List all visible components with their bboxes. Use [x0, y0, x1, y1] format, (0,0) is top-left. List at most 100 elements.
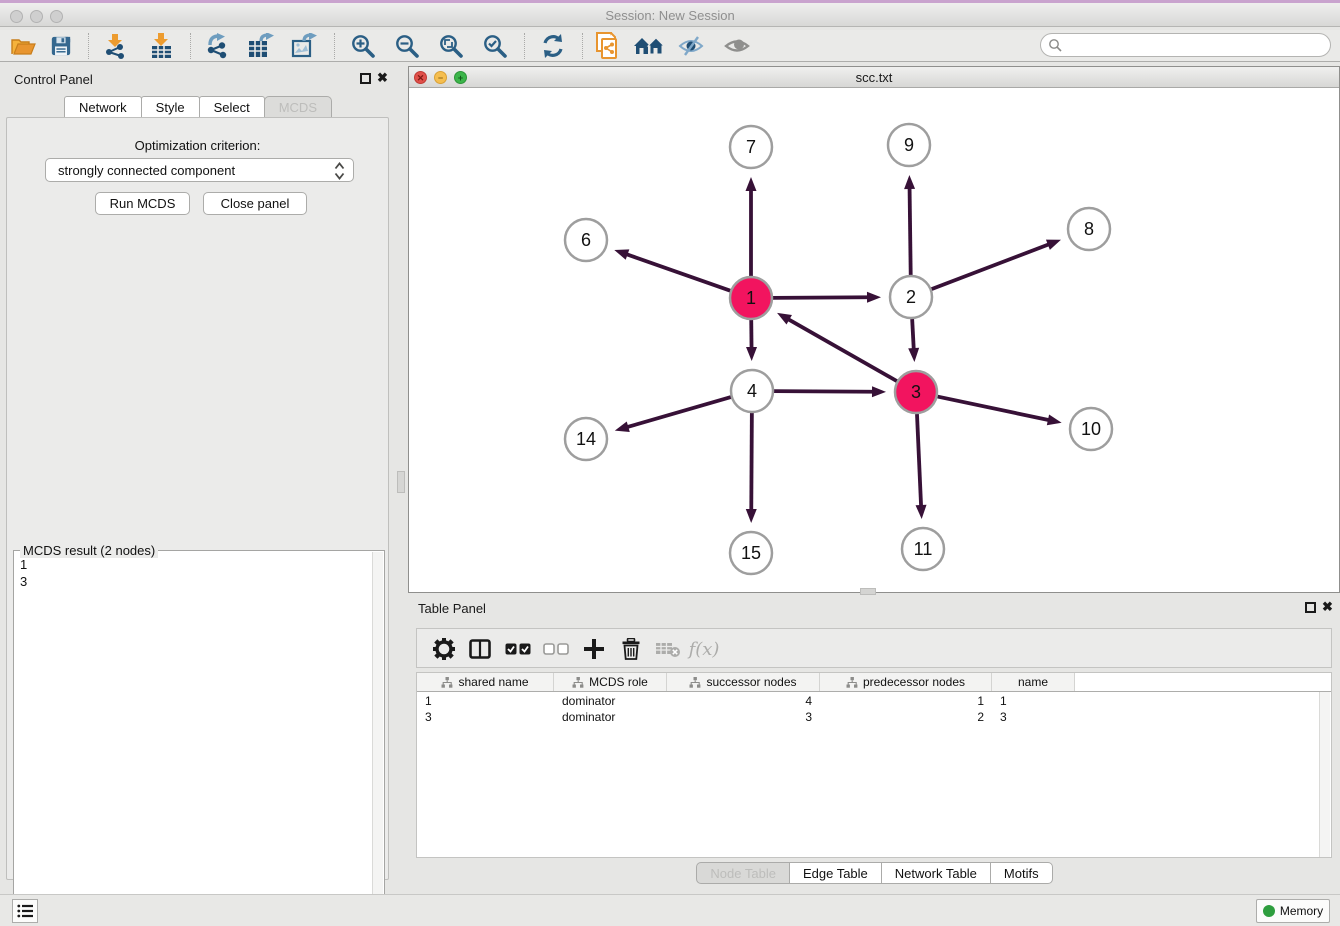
column-header-name[interactable]: name: [992, 673, 1075, 691]
tab-mcds[interactable]: MCDS: [264, 96, 332, 117]
home-icon[interactable]: [632, 32, 666, 60]
graph-edge-arrowhead: [867, 292, 881, 303]
run-mcds-button[interactable]: Run MCDS: [95, 192, 190, 215]
mcds-result-scrollbar[interactable]: [372, 552, 383, 926]
table-cell[interactable]: dominator: [554, 709, 667, 725]
refresh-icon[interactable]: [536, 32, 570, 60]
close-table-panel-icon[interactable]: ✖: [1322, 599, 1333, 615]
table-cell[interactable]: dominator: [554, 693, 667, 709]
search-icon: [1048, 38, 1063, 53]
network-window-titlebar[interactable]: ✕ − + scc.txt: [409, 67, 1339, 88]
tab-node-table[interactable]: Node Table: [696, 862, 790, 884]
graph-edge[interactable]: [910, 186, 911, 275]
float-panel-icon[interactable]: [360, 73, 371, 84]
zoom-selected-icon[interactable]: [478, 32, 512, 60]
table-cell[interactable]: 4: [667, 693, 820, 709]
graph-node-label: 3: [911, 382, 921, 402]
tab-motifs[interactable]: Motifs: [990, 862, 1053, 884]
control-panel-title: Control Panel: [14, 72, 93, 87]
import-network-icon[interactable]: [98, 32, 132, 60]
tab-style[interactable]: Style: [141, 96, 200, 117]
toolbar-separator: [524, 33, 525, 59]
search-input[interactable]: [1065, 35, 1323, 55]
table-cell[interactable]: 3: [667, 709, 820, 725]
deselect-all-columns-icon[interactable]: [541, 635, 571, 663]
graph-edge[interactable]: [625, 254, 731, 291]
export-network-icon[interactable]: [200, 32, 234, 60]
graph-edge[interactable]: [938, 397, 1051, 421]
table-cell[interactable]: 1: [417, 693, 554, 709]
status-bar: Memory: [0, 894, 1340, 926]
graph-node-label: 4: [747, 381, 757, 401]
import-table-icon[interactable]: [144, 32, 178, 60]
table-cell[interactable]: 2: [820, 709, 992, 725]
table-cell[interactable]: 3: [417, 709, 554, 725]
column-header-mcds-role[interactable]: MCDS role: [554, 673, 667, 691]
network-view-title: scc.txt: [409, 70, 1339, 85]
column-header-predecessor-nodes[interactable]: predecessor nodes: [820, 673, 992, 691]
select-all-columns-icon[interactable]: [503, 635, 533, 663]
add-column-plus-icon[interactable]: [579, 635, 609, 663]
memory-label: Memory: [1280, 904, 1323, 918]
graph-edge[interactable]: [787, 318, 897, 381]
hierarchy-icon: [572, 677, 584, 688]
network-canvas[interactable]: 1234678910111415: [409, 88, 1339, 592]
split-view-icon[interactable]: [465, 635, 495, 663]
tab-edge-table[interactable]: Edge Table: [789, 862, 882, 884]
task-history-button[interactable]: [12, 899, 38, 923]
search-box: [1040, 33, 1331, 57]
table-cell[interactable]: 3: [992, 709, 1075, 725]
tab-select[interactable]: Select: [199, 96, 265, 117]
graph-edge[interactable]: [774, 391, 875, 392]
zoom-in-icon[interactable]: [346, 32, 380, 60]
graph-node-label: 15: [741, 543, 761, 563]
open-session-icon[interactable]: [6, 32, 40, 60]
export-table-icon[interactable]: [244, 32, 278, 60]
table-scrollbar[interactable]: [1319, 692, 1330, 857]
delete-table-icon[interactable]: [653, 635, 683, 663]
graph-edge-arrowhead: [916, 505, 927, 519]
delete-column-trash-icon[interactable]: [616, 635, 646, 663]
graph-edge-arrowhead: [614, 249, 629, 259]
vertical-splitter-handle[interactable]: [397, 471, 405, 493]
close-panel-button[interactable]: Close panel: [203, 192, 307, 215]
tab-network[interactable]: Network: [64, 96, 142, 117]
graph-edge-arrowhead: [1047, 415, 1062, 426]
graph-edge[interactable]: [773, 297, 870, 298]
function-builder-icon[interactable]: f(x): [689, 635, 719, 663]
graph-edge[interactable]: [917, 414, 921, 508]
graph-edge[interactable]: [912, 319, 914, 351]
graph-edge[interactable]: [625, 397, 730, 428]
table-row[interactable]: 3dominator323: [417, 709, 1331, 725]
save-session-icon[interactable]: [44, 32, 78, 60]
network-overview-icon[interactable]: [592, 32, 626, 60]
table-cell[interactable]: 1: [992, 693, 1075, 709]
table-row[interactable]: 1dominator411: [417, 693, 1331, 709]
horizontal-splitter-handle[interactable]: [860, 588, 876, 595]
zoom-out-icon[interactable]: [390, 32, 424, 60]
toolbar-separator: [88, 33, 89, 59]
optimization-criterion-select[interactable]: strongly connected component: [45, 158, 354, 182]
float-table-panel-icon[interactable]: [1305, 602, 1316, 613]
graph-edge[interactable]: [932, 244, 1051, 290]
optimization-criterion-value: strongly connected component: [58, 163, 235, 178]
tab-network-table[interactable]: Network Table: [881, 862, 991, 884]
export-image-icon[interactable]: [288, 32, 322, 60]
table-cell[interactable]: 1: [820, 693, 992, 709]
hide-panel-eye-icon[interactable]: [674, 32, 708, 60]
memory-button[interactable]: Memory: [1256, 899, 1330, 923]
show-panel-eye-icon[interactable]: [720, 32, 754, 60]
table-settings-gear-icon[interactable]: [429, 635, 459, 663]
hierarchy-icon: [846, 677, 858, 688]
column-header-successor-nodes[interactable]: successor nodes: [667, 673, 820, 691]
graph-node-label: 2: [906, 287, 916, 307]
graph-node-label: 1: [746, 288, 756, 308]
zoom-fit-icon[interactable]: [434, 32, 468, 60]
graph-node-label: 6: [581, 230, 591, 250]
node-table: shared name MCDS role successor nodes pr…: [416, 672, 1332, 858]
column-header-shared-name[interactable]: shared name: [417, 673, 554, 691]
graph-edge[interactable]: [751, 413, 752, 512]
graph-edge-arrowhead: [746, 509, 757, 523]
mcds-result-text[interactable]: 1 3: [16, 554, 368, 924]
close-panel-icon[interactable]: ✖: [377, 70, 388, 86]
